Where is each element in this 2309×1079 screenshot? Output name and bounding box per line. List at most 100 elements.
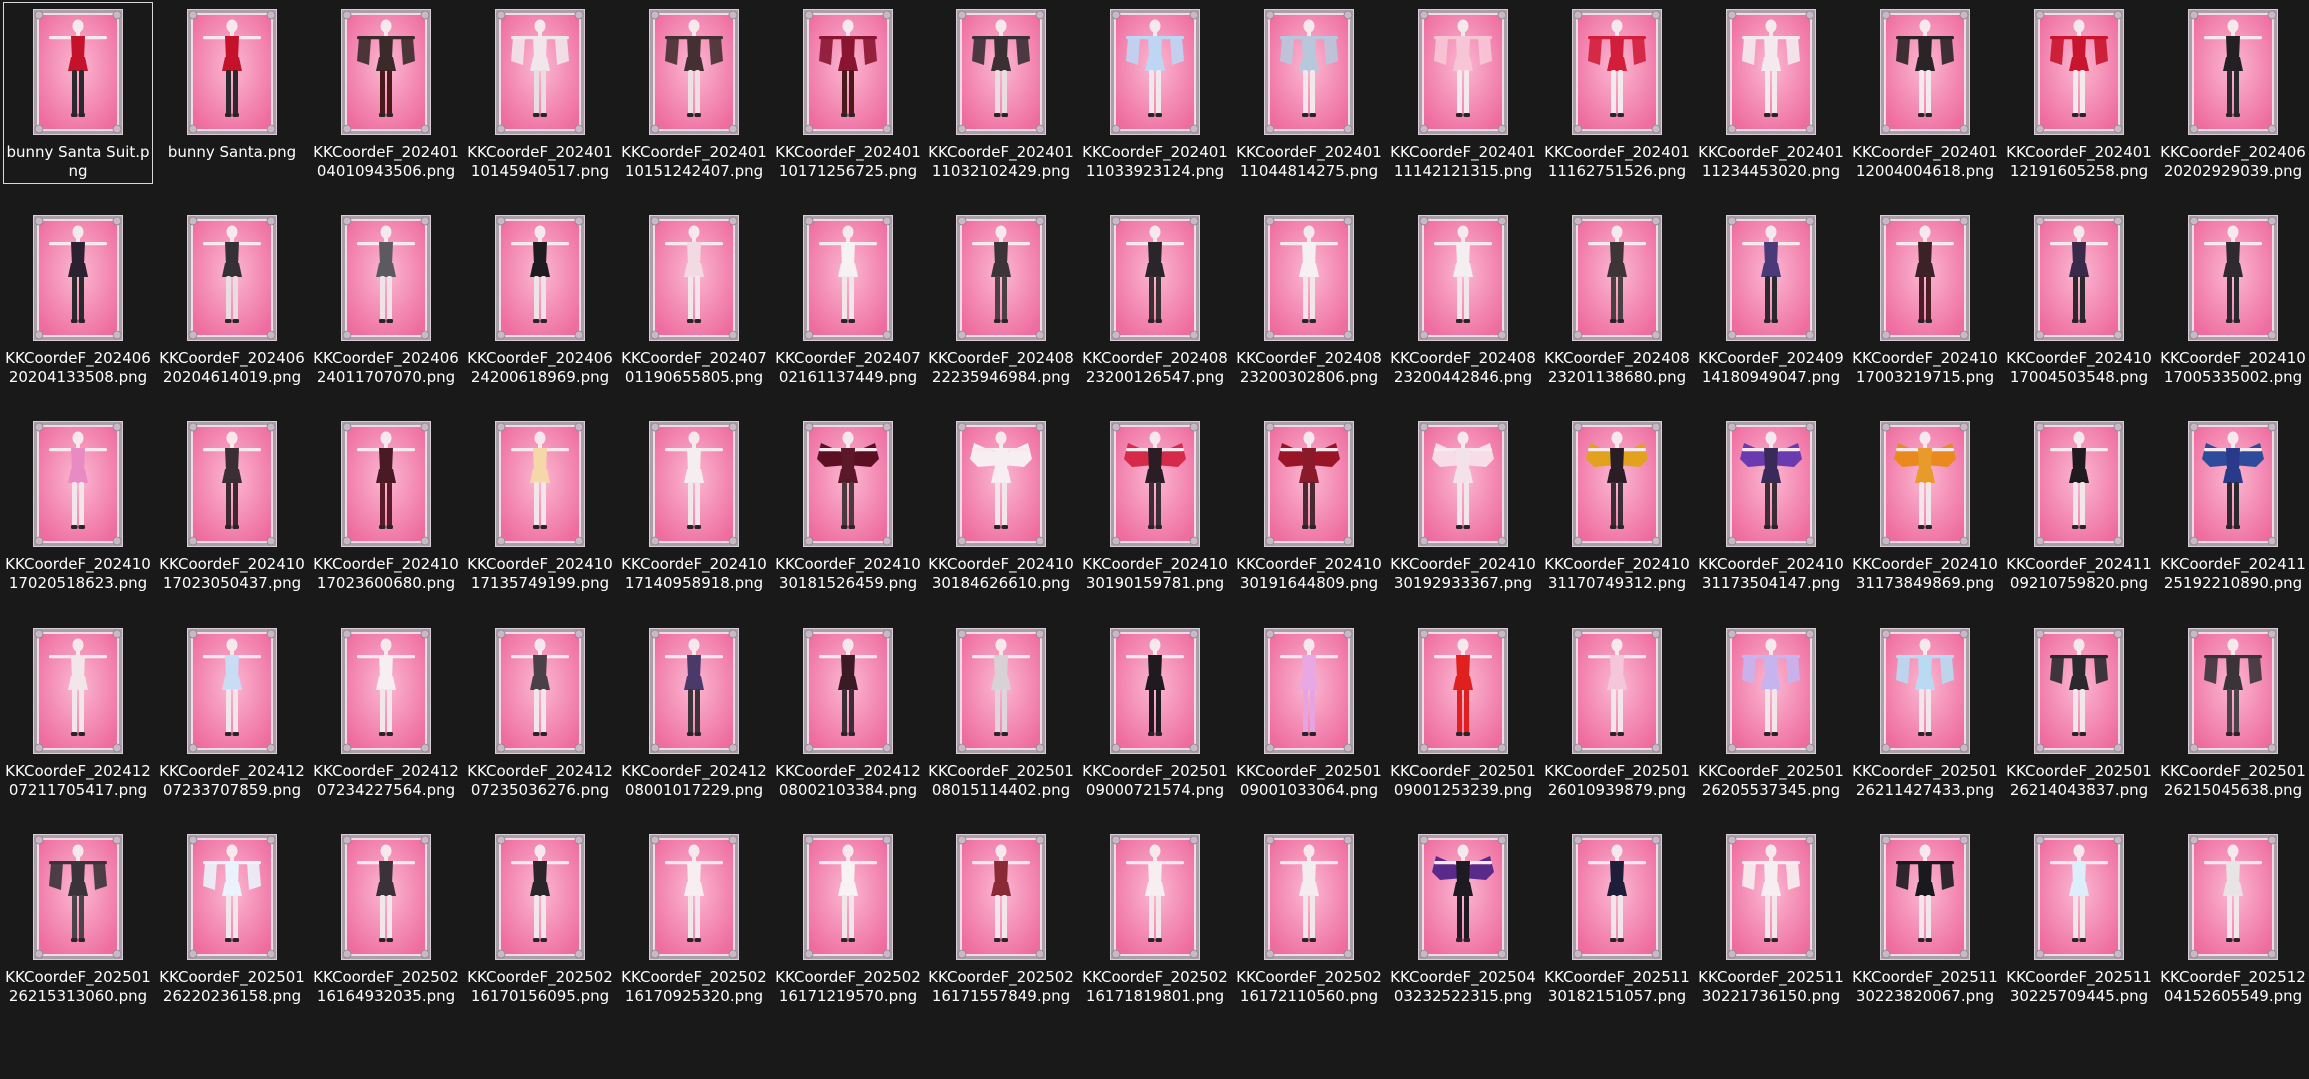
file-thumbnail[interactable]	[341, 9, 431, 135]
file-item[interactable]: KKCoordeF_20250216172110560.png	[1234, 827, 1384, 1009]
file-thumbnail[interactable]	[1880, 834, 1970, 960]
file-thumbnail[interactable]	[495, 215, 585, 341]
file-thumbnail[interactable]	[1418, 628, 1508, 754]
file-thumbnail[interactable]	[2034, 834, 2124, 960]
file-thumbnail[interactable]	[187, 9, 277, 135]
file-thumbnail[interactable]	[2034, 628, 2124, 754]
file-item[interactable]: KKCoordeF_20241208001017229.png	[619, 621, 769, 803]
file-item[interactable]: KKCoordeF_20240701190655805.png	[619, 208, 769, 390]
file-thumbnail[interactable]	[1726, 421, 1816, 547]
file-item[interactable]: KKCoordeF_20251130182151057.png	[1542, 827, 1692, 1009]
file-item[interactable]: KKCoordeF_20250126214043837.png	[2004, 621, 2154, 803]
file-item[interactable]: KKCoordeF_20241017140958918.png	[619, 414, 769, 596]
file-thumbnail[interactable]	[803, 421, 893, 547]
file-item[interactable]: KKCoordeF_20241017020518623.png	[3, 414, 153, 596]
file-thumbnail[interactable]	[187, 834, 277, 960]
file-item[interactable]: bunny Santa.png	[157, 2, 307, 184]
file-item[interactable]: KKCoordeF_20241208002103384.png	[773, 621, 923, 803]
file-item[interactable]: KKCoordeF_20240110151242407.png	[619, 2, 769, 184]
file-thumbnail[interactable]	[1572, 834, 1662, 960]
file-thumbnail[interactable]	[495, 9, 585, 135]
file-thumbnail[interactable]	[2188, 628, 2278, 754]
file-thumbnail[interactable]	[1726, 834, 1816, 960]
file-thumbnail[interactable]	[1572, 215, 1662, 341]
file-item[interactable]: KKCoordeF_20240111162751526.png	[1542, 2, 1692, 184]
file-thumbnail[interactable]	[1418, 9, 1508, 135]
file-item[interactable]: KKCoordeF_20250216170156095.png	[465, 827, 615, 1009]
file-thumbnail[interactable]	[33, 9, 123, 135]
file-item[interactable]: KKCoordeF_20241125192210890.png	[2158, 414, 2308, 596]
file-item[interactable]: KKCoordeF_20240111234453020.png	[1696, 2, 1846, 184]
file-thumbnail[interactable]	[803, 834, 893, 960]
file-item[interactable]: KKCoordeF_20241030191644809.png	[1234, 414, 1384, 596]
file-item[interactable]: KKCoordeF_20240823200302806.png	[1234, 208, 1384, 390]
file-thumbnail[interactable]	[956, 421, 1046, 547]
file-thumbnail[interactable]	[33, 421, 123, 547]
file-item[interactable]: KKCoordeF_20241030181526459.png	[773, 414, 923, 596]
file-thumbnail[interactable]	[1880, 9, 1970, 135]
file-thumbnail[interactable]	[495, 628, 585, 754]
file-item[interactable]: KKCoordeF_20250126205537345.png	[1696, 621, 1846, 803]
file-item[interactable]: KKCoordeF_20240111142121315.png	[1388, 2, 1538, 184]
file-thumbnail[interactable]	[803, 215, 893, 341]
file-item[interactable]: KKCoordeF_20240111033923124.png	[1080, 2, 1230, 184]
file-thumbnail[interactable]	[1726, 628, 1816, 754]
file-item[interactable]: KKCoordeF_20241017005335002.png	[2158, 208, 2308, 390]
file-thumbnail[interactable]	[1726, 215, 1816, 341]
file-item[interactable]: KKCoordeF_20251204152605549.png	[2158, 827, 2308, 1009]
file-thumbnail[interactable]	[1726, 9, 1816, 135]
file-item[interactable]: KKCoordeF_20241207234227564.png	[311, 621, 461, 803]
file-item[interactable]: bunny Santa Suit.png	[3, 2, 153, 184]
file-thumbnail[interactable]	[1110, 628, 1200, 754]
file-item[interactable]: KKCoordeF_20250216170925320.png	[619, 827, 769, 1009]
file-thumbnail[interactable]	[649, 215, 739, 341]
file-item[interactable]: KKCoordeF_20241017023050437.png	[157, 414, 307, 596]
file-thumbnail[interactable]	[956, 9, 1046, 135]
file-item[interactable]: KKCoordeF_20241031170749312.png	[1542, 414, 1692, 596]
file-item[interactable]: KKCoordeF_20250216171819801.png	[1080, 827, 1230, 1009]
file-item[interactable]: KKCoordeF_20250126220236158.png	[157, 827, 307, 1009]
file-item[interactable]: KKCoordeF_20241031173849869.png	[1850, 414, 2000, 596]
file-item[interactable]: KKCoordeF_20241030190159781.png	[1080, 414, 1230, 596]
file-thumbnail[interactable]	[341, 628, 431, 754]
file-thumbnail[interactable]	[495, 834, 585, 960]
file-item[interactable]: KKCoordeF_20240112191605258.png	[2004, 2, 2154, 184]
file-thumbnail[interactable]	[341, 215, 431, 341]
file-thumbnail[interactable]	[1880, 628, 1970, 754]
file-item[interactable]: KKCoordeF_20251130225709445.png	[2004, 827, 2154, 1009]
file-item[interactable]: KKCoordeF_20250109001253239.png	[1388, 621, 1538, 803]
file-item[interactable]: KKCoordeF_20241109210759820.png	[2004, 414, 2154, 596]
file-item[interactable]: KKCoordeF_20240111044814275.png	[1234, 2, 1384, 184]
file-item[interactable]: KKCoordeF_20241031173504147.png	[1696, 414, 1846, 596]
file-thumbnail[interactable]	[33, 834, 123, 960]
file-item[interactable]: KKCoordeF_20240620202929039.png	[2158, 2, 2308, 184]
file-thumbnail[interactable]	[1418, 421, 1508, 547]
file-item[interactable]: KKCoordeF_20250216164932035.png	[311, 827, 461, 1009]
file-thumbnail[interactable]	[2188, 834, 2278, 960]
file-thumbnail[interactable]	[2034, 9, 2124, 135]
file-item[interactable]: KKCoordeF_20240104010943506.png	[311, 2, 461, 184]
file-item[interactable]: KKCoordeF_20241030192933367.png	[1388, 414, 1538, 596]
file-thumbnail[interactable]	[1110, 215, 1200, 341]
file-item[interactable]: KKCoordeF_20240702161137449.png	[773, 208, 923, 390]
file-thumbnail[interactable]	[341, 834, 431, 960]
file-thumbnail[interactable]	[1418, 834, 1508, 960]
file-thumbnail[interactable]	[956, 215, 1046, 341]
file-thumbnail[interactable]	[649, 421, 739, 547]
file-item[interactable]: KKCoordeF_20240624200618969.png	[465, 208, 615, 390]
file-item[interactable]: KKCoordeF_20240620204133508.png	[3, 208, 153, 390]
file-item[interactable]: KKCoordeF_20241207211705417.png	[3, 621, 153, 803]
file-item[interactable]: KKCoordeF_20241017135749199.png	[465, 414, 615, 596]
file-item[interactable]: KKCoordeF_20240822235946984.png	[926, 208, 1076, 390]
file-item[interactable]: KKCoordeF_20240624011707070.png	[311, 208, 461, 390]
file-thumbnail[interactable]	[1264, 215, 1354, 341]
file-thumbnail[interactable]	[1572, 421, 1662, 547]
file-thumbnail[interactable]	[33, 628, 123, 754]
file-item[interactable]: KKCoordeF_20240110171256725.png	[773, 2, 923, 184]
file-thumbnail[interactable]	[1264, 421, 1354, 547]
file-thumbnail[interactable]	[1110, 9, 1200, 135]
file-thumbnail[interactable]	[803, 9, 893, 135]
file-item[interactable]: KKCoordeF_20240823200442846.png	[1388, 208, 1538, 390]
file-thumbnail[interactable]	[2188, 9, 2278, 135]
file-item[interactable]: KKCoordeF_20250216171557849.png	[926, 827, 1076, 1009]
